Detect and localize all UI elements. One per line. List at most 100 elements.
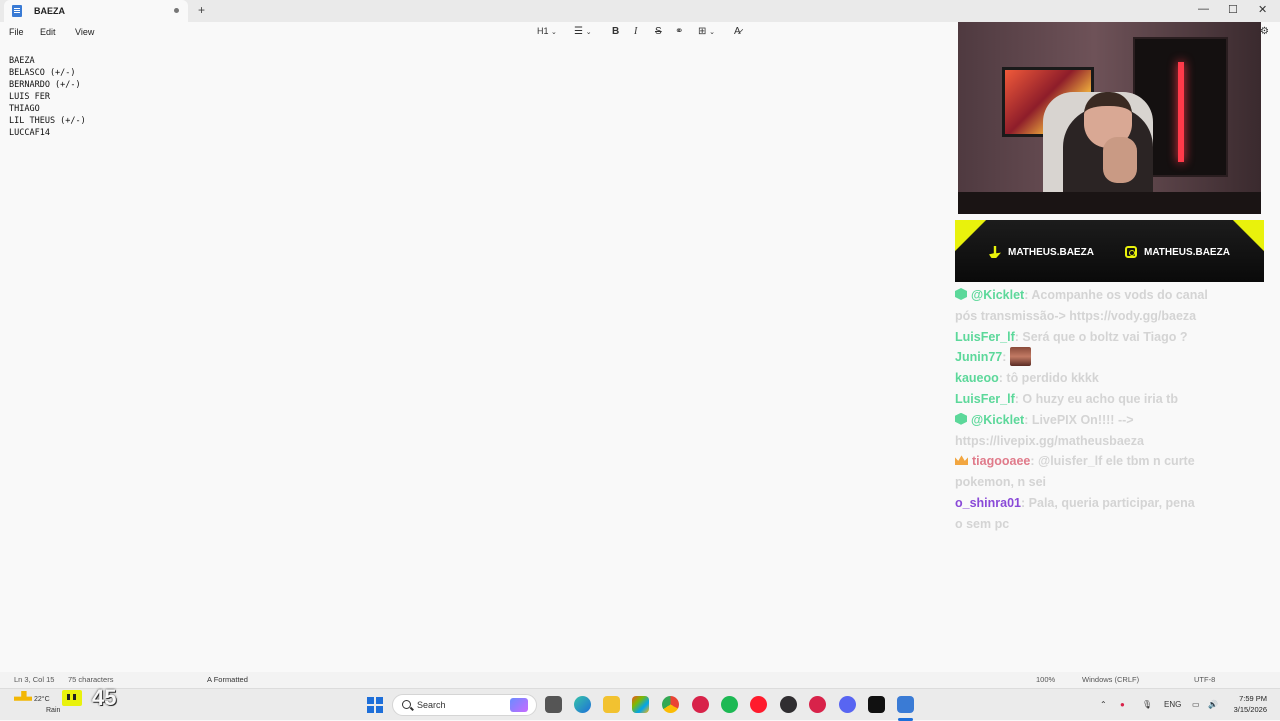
stream-chat: @Kicklet: Acompanhe os vods do canal pós …	[955, 285, 1265, 535]
notepad-taskbar-icon[interactable]	[897, 696, 914, 713]
chat-username: tiagooaee	[972, 454, 1031, 469]
chat-text: @luisfer_lf ele tbm n curte	[1038, 454, 1195, 469]
social-banner: MATHEUS.BAEZA MATHEUS.BAEZA	[955, 220, 1264, 282]
heading-dropdown[interactable]: H1 ⌄	[537, 26, 557, 36]
volume-icon[interactable]: 🔊	[1208, 700, 1218, 709]
capcut-icon[interactable]	[868, 696, 885, 713]
heading-label: H1	[537, 26, 549, 36]
notepad-icon	[12, 5, 22, 17]
microphone-icon[interactable]: 🎙	[1142, 700, 1152, 709]
list-button[interactable]: ☰ ⌄	[574, 26, 592, 37]
table-icon: ⊞	[698, 26, 707, 37]
taskbar-search[interactable]: Search	[392, 694, 537, 716]
language-indicator[interactable]: ENG	[1164, 700, 1181, 709]
encoding[interactable]: UTF-8	[1194, 675, 1215, 684]
chat-username: kaueoo	[955, 371, 999, 386]
settings-icon: ⚙	[1260, 26, 1269, 37]
text-line: THIAGO	[9, 104, 40, 114]
unsaved-dot-icon[interactable]	[174, 8, 179, 13]
chat-text: O huzy eu acho que iria tb	[1022, 391, 1178, 406]
chat-text: Será que o boltz vai Tiago ?	[1022, 329, 1188, 344]
discord-icon[interactable]	[839, 696, 856, 713]
chat-message: Junin77:	[955, 347, 1265, 368]
obs-icon[interactable]	[780, 696, 797, 713]
tab-baeza[interactable]: BAEZA	[4, 0, 188, 22]
streamer-hand	[1103, 137, 1137, 183]
text-line: BERNARDO (+/-)	[9, 80, 81, 90]
desk	[958, 192, 1261, 214]
store-icon[interactable]	[632, 696, 649, 713]
strikethrough-button[interactable]: S	[655, 26, 662, 37]
tiktok-handle: MATHEUS.BAEZA	[989, 246, 1094, 258]
network-icon[interactable]: ▭	[1192, 700, 1200, 709]
task-view-icon[interactable]	[545, 696, 562, 713]
chat-message-continuation: https://livepix.gg/matheusbaeza	[955, 431, 1265, 452]
chat-username: @Kicklet	[971, 412, 1025, 427]
weather-condition: Rain	[46, 707, 61, 714]
opera-gx-icon[interactable]	[692, 696, 709, 713]
chat-separator: :	[1030, 454, 1038, 469]
search-highlight-icon	[510, 698, 528, 712]
chevron-up-icon[interactable]: ⌃	[1100, 700, 1107, 709]
chat-message: o_shinra01: Pala, queria participar, pen…	[955, 493, 1265, 514]
bold-button[interactable]: B	[612, 26, 619, 37]
clear-format-icon: A̷	[734, 26, 741, 37]
chrome-icon[interactable]	[662, 696, 679, 713]
chat-message: LuisFer_lf: Será que o boltz vai Tiago ?	[955, 327, 1265, 348]
weather-icon	[14, 691, 32, 701]
new-tab-button[interactable]: +	[198, 3, 205, 17]
settings-button[interactable]: ⚙	[1260, 26, 1269, 37]
maximize-button[interactable]: ☐	[1228, 3, 1238, 16]
chat-username: o_shinra01	[955, 495, 1022, 510]
search-label: Search	[417, 700, 446, 710]
chevron-down-icon: ⌄	[585, 29, 592, 36]
clock[interactable]: 7:59 PM 3/15/2026	[1225, 693, 1267, 715]
italic-button[interactable]: I	[634, 26, 637, 37]
chat-message: kaueoo: tô perdido kkkk	[955, 368, 1265, 389]
start-button[interactable]	[367, 697, 383, 713]
led-strip	[1178, 62, 1184, 162]
text-line: BELASCO (+/-)	[9, 68, 76, 78]
menu-view[interactable]: View	[75, 27, 94, 37]
webcam-overlay	[958, 22, 1261, 214]
format-mode-label: Formatted	[213, 675, 248, 684]
file-explorer-icon[interactable]	[603, 696, 620, 713]
instagram-handle: MATHEUS.BAEZA	[1125, 246, 1230, 258]
minimize-button[interactable]: —	[1198, 3, 1209, 15]
chat-message-continuation: pós transmissão-> https://vody.gg/baeza	[955, 306, 1265, 327]
title-bar: BAEZA + — ☐ ✕	[0, 0, 1280, 22]
chat-username: Junin77	[955, 350, 1003, 365]
opera-gx-2-icon[interactable]	[809, 696, 826, 713]
menu-file[interactable]: File	[9, 27, 24, 37]
search-icon	[402, 700, 411, 709]
zoom-level[interactable]: 100%	[1036, 675, 1055, 684]
menu-edit[interactable]: Edit	[40, 27, 56, 37]
text-line: LUCCAF14	[9, 128, 50, 138]
temperature: 22°C	[34, 696, 50, 703]
bot-badge-icon	[955, 288, 967, 300]
link-button[interactable]: ⚭	[675, 26, 683, 37]
twitch-icon	[62, 690, 82, 706]
line-ending[interactable]: Windows (CRLF)	[1082, 675, 1139, 684]
spotify-icon[interactable]	[721, 696, 738, 713]
format-mode[interactable]: A Formatted	[207, 675, 248, 684]
tray-app-icon[interactable]: ●	[1120, 700, 1125, 709]
close-button[interactable]: ✕	[1258, 3, 1267, 16]
viewer-count: 45	[92, 685, 117, 710]
tab-title: BAEZA	[34, 6, 65, 16]
editor-area[interactable]: BAEZA BELASCO (+/-) BERNARDO (+/-) LUIS …	[9, 55, 909, 139]
formatted-icon: A	[207, 675, 212, 684]
clear-format-button[interactable]: A̷	[734, 26, 741, 37]
chat-message: @Kicklet: Acompanhe os vods do canal	[955, 285, 1265, 306]
weather-widget[interactable]: 22°C Rain 45	[12, 685, 116, 721]
edge-icon[interactable]	[574, 696, 591, 713]
chat-text: Acompanhe os vods do canal	[1031, 288, 1208, 302]
chat-emote-icon	[1009, 347, 1031, 367]
chat-text: o sem pc	[955, 516, 1010, 531]
chat-text: Pala, queria participar, pena	[1028, 495, 1195, 510]
table-button[interactable]: ⊞ ⌄	[698, 26, 715, 37]
opera-icon[interactable]	[750, 696, 767, 713]
tiktok-icon	[989, 246, 1001, 258]
instagram-handle-label: MATHEUS.BAEZA	[1144, 246, 1230, 258]
text-line: LUIS FER	[9, 92, 50, 102]
